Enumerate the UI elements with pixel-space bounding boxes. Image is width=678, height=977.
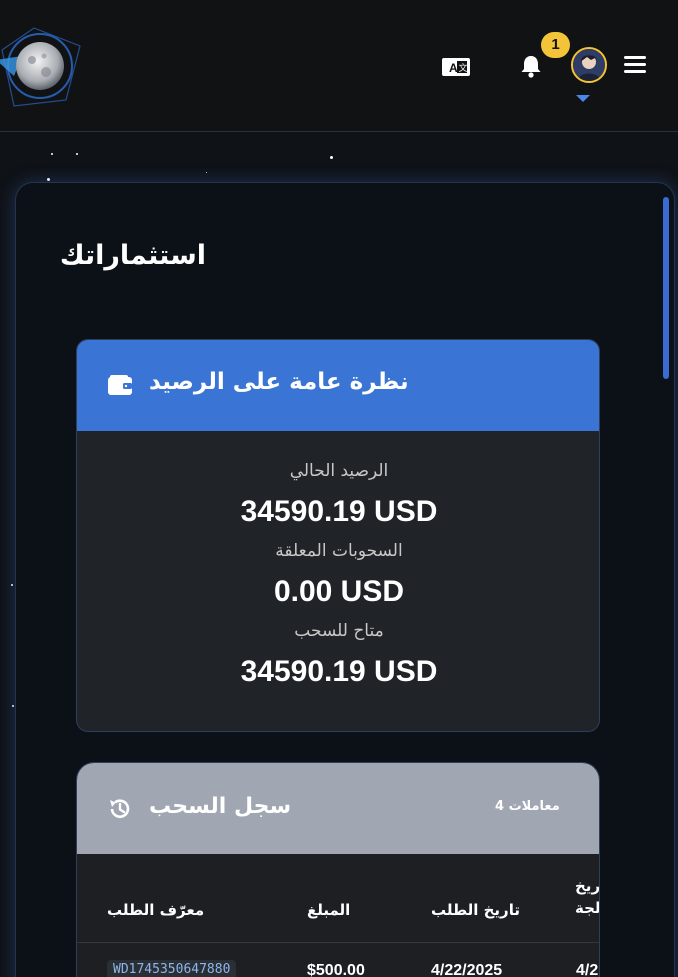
scrollbar[interactable] xyxy=(663,197,669,379)
wallet-icon xyxy=(108,375,132,395)
star xyxy=(76,153,78,155)
column-header-processing-date: ريخ لجة xyxy=(575,877,600,917)
chevron-down-icon[interactable] xyxy=(576,95,590,102)
star xyxy=(51,153,53,155)
history-card-header: سجل السحب معاملات 4 xyxy=(77,763,599,854)
column-header-request-id: معرّف الطلب xyxy=(107,901,205,919)
star xyxy=(47,178,50,181)
column-header-amount: المبلغ xyxy=(307,901,351,919)
moon-logo-icon[interactable] xyxy=(0,20,86,112)
menu-line xyxy=(624,70,646,73)
table-divider xyxy=(77,942,599,943)
top-navbar: A 文 1 xyxy=(0,0,678,132)
avatar-image xyxy=(573,49,605,81)
balance-overview-card: نظرة عامة على الرصيد الرصيد الحالي 34590… xyxy=(76,339,600,732)
request-date-cell: 4/22/2025 xyxy=(431,962,503,977)
avatar[interactable] xyxy=(571,47,607,83)
menu-icon[interactable] xyxy=(620,52,650,78)
history-card-title: سجل السحب xyxy=(149,794,292,819)
menu-line xyxy=(624,63,646,66)
star xyxy=(330,156,333,159)
column-header-request-date: تاريخ الطلب xyxy=(431,901,520,919)
svg-text:A: A xyxy=(449,61,458,75)
current-balance-label: الرصيد الحالي xyxy=(289,461,389,481)
current-balance-value: 34590.19 USD xyxy=(240,495,438,528)
pending-withdrawals-value: 0.00 USD xyxy=(273,575,405,608)
amount-cell: $500.00 xyxy=(307,962,365,977)
translate-icon[interactable]: A 文 xyxy=(441,57,471,77)
bell-icon[interactable] xyxy=(518,53,544,79)
pending-withdrawals-label: السحوبات المعلقة xyxy=(275,541,403,561)
processing-date-cell: 4/2 xyxy=(576,962,599,977)
page-title: استثماراتك xyxy=(59,240,206,271)
request-id-chip: WD1745350647880 xyxy=(107,960,237,977)
star xyxy=(11,584,13,586)
menu-line xyxy=(624,56,646,59)
transactions-count: معاملات 4 xyxy=(495,799,560,814)
withdrawal-history-card: سجل السحب معاملات 4 معرّف الطلب المبلغ ت… xyxy=(76,762,600,977)
svg-text:文: 文 xyxy=(459,62,468,74)
star xyxy=(206,172,207,173)
star xyxy=(12,705,14,707)
available-label: متاح للسحب xyxy=(294,621,384,641)
balance-card-title: نظرة عامة على الرصيد xyxy=(149,369,409,395)
notification-badge: 1 xyxy=(541,32,570,58)
history-icon xyxy=(110,799,130,818)
balance-card-header: نظرة عامة على الرصيد xyxy=(77,340,599,431)
available-value: 34590.19 USD xyxy=(240,655,438,688)
